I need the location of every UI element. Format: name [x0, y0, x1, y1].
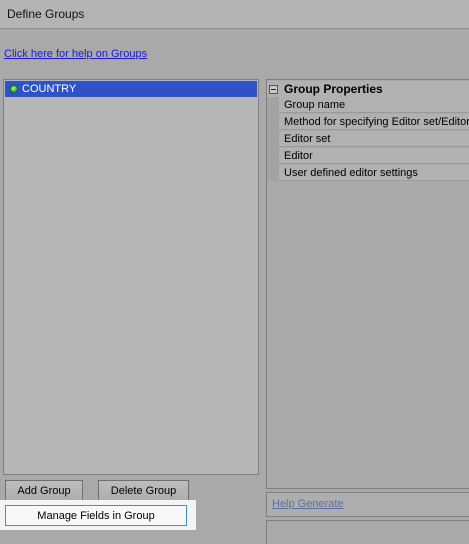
help-on-groups-link[interactable]: Click here for help on Groups: [4, 48, 147, 60]
group-properties-header[interactable]: Group Properties: [267, 81, 469, 97]
help-generate-link[interactable]: Help Generate: [272, 498, 344, 510]
property-row-method[interactable]: Method for specifying Editor set/Editor: [279, 114, 469, 130]
property-label: Editor set: [284, 132, 331, 145]
property-label: Method for specifying Editor set/Editor: [284, 115, 469, 128]
property-label: Group name: [284, 98, 346, 111]
group-item-label: COUNTRY: [22, 83, 77, 95]
add-group-button[interactable]: Add Group: [5, 480, 83, 502]
property-row-editor-set[interactable]: Editor set: [279, 131, 469, 147]
description-panel: [266, 520, 469, 544]
manage-fields-button[interactable]: Manage Fields in Group: [5, 505, 187, 526]
group-properties-title: Group Properties: [284, 82, 383, 96]
delete-group-button[interactable]: Delete Group: [98, 480, 189, 502]
property-gutter: [267, 97, 279, 182]
property-row-user-editor-settings[interactable]: User defined editor settings: [279, 165, 469, 181]
group-list[interactable]: COUNTRY: [3, 79, 259, 475]
property-row-group-name[interactable]: Group name: [279, 97, 469, 113]
help-generate-panel: Help Generate: [266, 492, 469, 517]
green-status-dot-icon: [10, 85, 18, 93]
property-label: Editor: [284, 149, 313, 162]
property-row-editor[interactable]: Editor: [279, 148, 469, 164]
group-properties-grid: Group Properties Group name Method for s…: [266, 79, 469, 489]
title-bar: Define Groups: [0, 0, 469, 29]
property-label: User defined editor settings: [284, 166, 418, 179]
window-title: Define Groups: [7, 7, 85, 21]
group-list-item-country[interactable]: COUNTRY: [5, 81, 257, 97]
collapse-minus-icon[interactable]: [269, 84, 278, 94]
